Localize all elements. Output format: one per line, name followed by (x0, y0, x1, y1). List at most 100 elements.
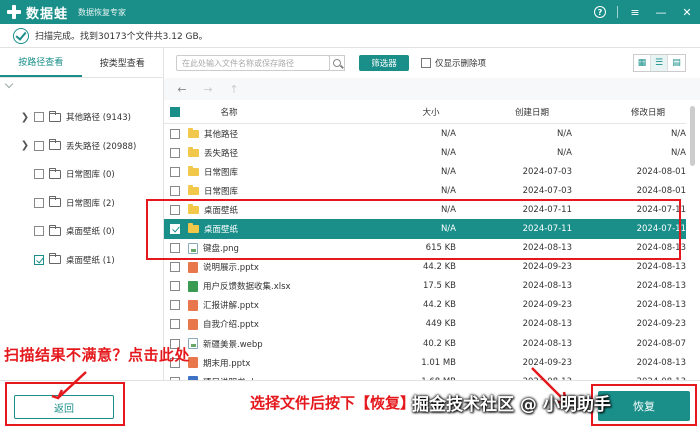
table-row[interactable]: 日常图库 N/A 2024-07-03 2024-08-01 (164, 181, 686, 200)
row-checkbox[interactable] (170, 166, 180, 177)
filter-button[interactable]: 筛选器 (359, 55, 409, 71)
table-row[interactable]: 其他路径 N/A N/A N/A (164, 124, 686, 143)
row-checkbox[interactable] (170, 281, 180, 292)
title-bar: 数据蛙 数据恢复专家 ? ≡ — ✕ (0, 0, 700, 24)
table-row[interactable]: 期末用.pptx 1.01 MB 2024-09-23 2024-08-13 (164, 353, 686, 372)
table-row[interactable]: 新疆美景.webp 40.2 KB 2024-08-13 2024-08-07 (164, 334, 686, 353)
file-modified: 2024-08-13 (636, 281, 686, 292)
close-button[interactable]: ✕ (674, 0, 700, 24)
folder-icon (49, 253, 61, 264)
folder-icon (188, 165, 199, 176)
row-checkbox[interactable] (170, 128, 180, 139)
menu-icon: ≡ (630, 5, 640, 19)
tree-item[interactable]: ❯日常图库 (2) (0, 192, 164, 214)
forward-arrow-icon[interactable]: → (200, 83, 216, 96)
folder-icon (49, 139, 61, 150)
left-panel: 按路径查看 按类型查看 ❯ 其他路径 (9143) ❯ 丢失路径 (20988) ❯日常… (0, 48, 164, 380)
select-all-checkbox[interactable] (170, 106, 180, 117)
tree-item-label: 日常图库 (2) (66, 198, 115, 209)
tree-item-label: 桌面壁纸 (1) (66, 255, 115, 266)
header-name[interactable]: 名称 (188, 106, 336, 118)
xlsx-file-icon (188, 280, 198, 292)
close-icon: ✕ (682, 5, 692, 19)
file-modified: 2024-09-23 (636, 319, 686, 330)
scan-status-text: 扫描完成。找到30173个文件共3.12 GB。 (35, 32, 208, 42)
tree-item-checkbox[interactable] (34, 254, 44, 265)
row-checkbox[interactable] (170, 262, 180, 273)
table-row[interactable]: 用户反馈数据收集.xlsx 17.5 KB 2024-08-13 2024-08-13 (164, 277, 686, 296)
tab-by-path[interactable]: 按路径查看 (0, 48, 82, 77)
file-modified: 2024-08-13 (636, 300, 686, 311)
scan-status-bar: 扫描完成。找到30173个文件共3.12 GB。 (0, 24, 700, 48)
row-checkbox[interactable] (170, 185, 180, 196)
tree-root-toggle[interactable] (0, 78, 163, 92)
file-modified: 2024-08-01 (636, 185, 686, 196)
back-arrow-icon[interactable]: ← (174, 83, 190, 96)
chevron-down-icon (4, 79, 14, 89)
chevron-right-icon[interactable]: ❯ (20, 112, 30, 123)
row-checkbox[interactable] (170, 300, 180, 311)
tree-item-checkbox[interactable] (34, 112, 44, 122)
grid-view-icon[interactable]: ▦ (634, 55, 651, 71)
folder-icon (49, 110, 61, 122)
tree-item[interactable]: ❯ 其他路径 (9143) (0, 106, 164, 128)
file-size: 17.5 KB (422, 281, 456, 292)
up-arrow-icon[interactable]: ↑ (226, 83, 242, 96)
file-size: 44.2 KB (422, 300, 456, 311)
scrollbar[interactable] (690, 100, 696, 375)
table-header: 名称 大小 创建日期 修改日期 (164, 100, 686, 124)
file-size: N/A (440, 147, 456, 158)
annotation-highlight-rows (146, 199, 681, 260)
menu-button[interactable]: ≡ (622, 0, 648, 24)
header-size[interactable]: 大小 (336, 106, 456, 118)
only-deleted-checkbox[interactable] (421, 58, 431, 68)
row-checkbox[interactable] (170, 147, 180, 158)
toolbar: 在此处输入文件名称或保存路径 筛选器 仅显示删除项 ▦ ☰ ▤ (164, 48, 700, 78)
tree-item-checkbox[interactable] (34, 197, 44, 208)
tree-item-checkbox[interactable] (34, 169, 44, 179)
window-controls: ? ≡ — ✕ (587, 0, 700, 24)
tree-item-checkbox[interactable] (34, 140, 44, 151)
file-created: N/A (556, 128, 572, 139)
help-icon: ? (594, 6, 606, 18)
file-name: 丢失路径 (204, 148, 239, 159)
annotation-back-hint: 扫描结果不满意？点击此处 (4, 346, 191, 364)
search-input[interactable]: 在此处输入文件名称或保存路径 (176, 55, 330, 71)
table-row[interactable]: 自我介绍.pptx 449 KB 2024-08-13 2024-09-23 (164, 315, 686, 334)
tree-item-checkbox[interactable] (34, 226, 44, 236)
tab-by-type[interactable]: 按类型查看 (82, 48, 164, 77)
tree-item[interactable]: ❯ 丢失路径 (20988) (0, 135, 164, 157)
pptx-file-icon (188, 318, 198, 330)
detail-view-icon[interactable]: ▤ (668, 55, 685, 71)
file-created: 2024-09-23 (522, 262, 572, 273)
table-row[interactable]: 丢失路径 N/A N/A N/A (164, 143, 686, 162)
check-circle-icon (13, 27, 29, 44)
table-row[interactable]: 汇报讲解.pptx 44.2 KB 2024-09-23 2024-08-13 (164, 296, 686, 315)
table-row[interactable]: 日常图库 N/A 2024-07-03 2024-08-01 (164, 162, 686, 181)
only-deleted-toggle[interactable]: 仅显示删除项 (421, 57, 486, 69)
chevron-right-icon[interactable]: ❯ (20, 140, 30, 151)
file-created: 2024-09-23 (522, 357, 572, 368)
tree-item-label: 日常图库 (0) (66, 170, 115, 180)
tree-item[interactable]: ❯桌面壁纸 (0) (0, 220, 164, 242)
header-created[interactable]: 创建日期 (456, 106, 572, 118)
table-row[interactable]: 说明展示.pptx 44.2 KB 2024-09-23 2024-08-13 (164, 258, 686, 277)
file-modified: 2024-08-13 (636, 262, 686, 273)
file-size: 1.01 MB (421, 357, 456, 368)
annotation-highlight-back (5, 382, 125, 426)
file-created: 2024-07-03 (522, 166, 572, 177)
tree-item[interactable]: ❯日常图库 (0) (0, 163, 164, 185)
search-icon[interactable] (329, 55, 345, 71)
list-view-icon[interactable]: ☰ (651, 55, 668, 71)
minimize-button[interactable]: — (648, 0, 674, 24)
pptx-file-icon (188, 299, 198, 311)
tree-item[interactable]: ❯桌面壁纸 (1) (0, 249, 164, 271)
header-modified[interactable]: 修改日期 (572, 106, 686, 118)
annotation-recover-hint: 选择文件后按下【恢复】 (250, 394, 416, 412)
file-created: 2024-08-13 (522, 319, 572, 330)
scrollbar-thumb[interactable] (690, 106, 695, 166)
help-button[interactable]: ? (587, 0, 613, 24)
row-checkbox[interactable] (170, 319, 180, 330)
view-mode-switch: ▦ ☰ ▤ (633, 54, 686, 72)
file-modified: N/A (670, 128, 686, 139)
